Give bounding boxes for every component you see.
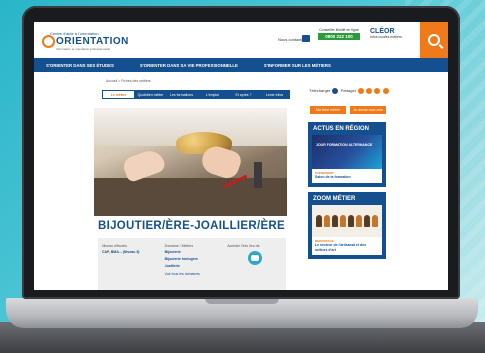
site-header: Centre d'aide à l'orientation ORIENTATIO…: [34, 22, 448, 58]
tab-quotidien[interactable]: Quotidien métier: [135, 90, 166, 99]
cleor-name: CLÉOR: [370, 28, 395, 35]
actus-title: Salon de la formation: [315, 175, 351, 179]
photo-hammer: [254, 162, 262, 188]
contact-link[interactable]: Nous contacter: [278, 37, 305, 42]
share-bar: Télécharger Partager: [309, 88, 389, 94]
facebook-icon[interactable]: [358, 88, 365, 94]
email-icon[interactable]: [382, 88, 389, 94]
actus-image-text: JOUR FORMATION ALTERNANCE: [316, 143, 373, 147]
actus-panel: ACTUS EN RÉGION JOUR FORMATION ALTERNANC…: [308, 122, 386, 187]
info-domaine-link[interactable]: Voir tous les domaines: [165, 272, 220, 276]
info-domaine-value[interactable]: Bijouterie horlogère: [165, 257, 220, 262]
job-info-panel: Niveau d'études CAP, BMA... (Niveau 3) D…: [98, 238, 286, 290]
logo-wordmark: ORIENTATION: [56, 36, 129, 47]
cleor-subtitle: Infos locales métiers: [370, 35, 402, 39]
map-pin-icon[interactable]: [247, 251, 262, 265]
info-lieu: Accéder l'info lieu de: [223, 238, 286, 290]
tab-et-apres[interactable]: Et après ?: [228, 90, 259, 99]
info-niveau: Niveau d'études CAP, BMA... (Niveau 3): [98, 238, 161, 290]
info-domaine-value[interactable]: Joaillerie: [165, 264, 220, 269]
main-nav: S'ORIENTER DANS SES ÉTUDES S'ORIENTER DA…: [34, 58, 448, 72]
hero-photo: [94, 108, 287, 216]
call-label: Conseiller illimité en ligne: [319, 28, 359, 32]
zoom-card[interactable]: REPORTAGE Le secteur de l'artisanat et d…: [312, 205, 382, 255]
zoom-title: Le secteur de l'artisanat et des métiers…: [315, 243, 367, 252]
search-icon: [428, 34, 440, 46]
figure-icon: [356, 215, 362, 227]
site-logo[interactable]: Centre d'aide à l'orientation ORIENTATIO…: [42, 30, 128, 52]
logo-subtitle: Information et orientation professionnel…: [56, 47, 111, 51]
figure-icon: [348, 215, 354, 227]
fiche-metier-button[interactable]: Ma fiche métier: [310, 106, 346, 114]
figure-icon: [372, 215, 378, 227]
info-niveau-value: CAP, BMA... (Niveau 3): [102, 250, 140, 254]
figure-icon: [340, 215, 346, 227]
figure-icon: [316, 215, 322, 227]
breadcrumb[interactable]: Accueil > Fiches des métiers: [106, 79, 151, 83]
call-number: 0800 222 100: [318, 33, 360, 40]
call-box[interactable]: Conseiller illimité en ligne 0800 222 10…: [318, 28, 360, 46]
zoom-heading: ZOOM MÉTIER: [313, 196, 356, 202]
info-domaine-label: Domaine / Métiers: [164, 244, 194, 248]
zoom-image: [312, 205, 382, 237]
nav-item-etudes[interactable]: S'ORIENTER DANS SES ÉTUDES: [46, 63, 114, 68]
actus-heading: ACTUS EN RÉGION: [313, 126, 370, 132]
laptop-screen: Centre d'aide à l'orientation ORIENTATIO…: [34, 22, 448, 290]
info-domaine: Domaine / Métiers Bijouterie Bijouterie …: [161, 238, 224, 290]
share-label[interactable]: Partager: [341, 88, 356, 93]
twitter-icon[interactable]: [366, 88, 373, 94]
cleor-link[interactable]: CLÉOR Infos locales métiers: [370, 28, 414, 46]
actus-image: JOUR FORMATION ALTERNANCE: [312, 135, 382, 169]
logo-o-icon: [42, 35, 55, 48]
actus-card[interactable]: JOUR FORMATION ALTERNANCE ÉVÈNEMENT Salo…: [312, 135, 382, 183]
info-lieu-label: Accéder l'info lieu de: [227, 244, 260, 248]
tab-bar: Le métier Quotidien métier Les formation…: [102, 90, 290, 99]
tab-emploi[interactable]: L'emploi: [197, 90, 228, 99]
figure-icon: [332, 215, 338, 227]
info-domaine-value[interactable]: Bijouterie: [165, 250, 220, 255]
tab-lever-infos[interactable]: Lever infos: [259, 90, 290, 99]
search-button[interactable]: [420, 22, 448, 58]
nav-item-vie-pro[interactable]: S'ORIENTER DANS SA VIE PROFESSIONNELLE: [140, 63, 238, 68]
page-title: BIJOUTIER/ÈRE-JOAILLIER/ÈRE: [98, 220, 286, 232]
figure-icon: [364, 215, 370, 227]
avis-button[interactable]: Je donne mon avis: [350, 106, 386, 114]
download-label[interactable]: Télécharger: [309, 88, 330, 93]
chat-icon[interactable]: [302, 35, 310, 42]
zoom-panel: ZOOM MÉTIER REPORTAGE Le secteur de l'ar…: [308, 192, 386, 259]
tab-formations[interactable]: Les formations: [166, 90, 197, 99]
linkedin-icon[interactable]: [374, 88, 381, 94]
download-icon[interactable]: [332, 88, 339, 94]
nav-item-metiers[interactable]: S'INFORMER SUR LES MÉTIERS: [264, 63, 331, 68]
tab-le-metier[interactable]: Le métier: [102, 90, 135, 99]
figure-icon: [324, 215, 330, 227]
info-niveau-label: Niveau d'études: [102, 244, 127, 248]
